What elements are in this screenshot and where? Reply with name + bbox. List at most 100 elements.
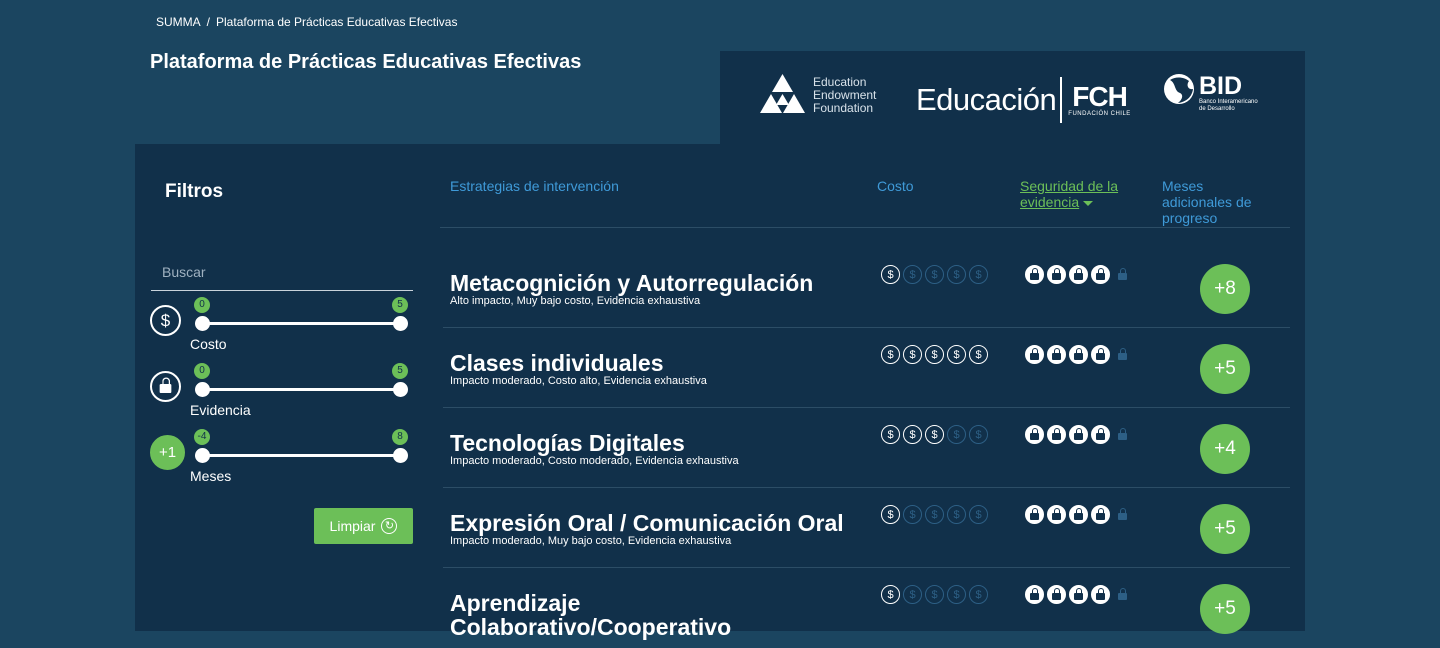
dollar-icon: $ bbox=[881, 425, 900, 444]
cost-rating: $ $ $ $ $ bbox=[881, 345, 988, 364]
months-header-line2: adicionales de bbox=[1162, 194, 1252, 210]
lock-icon bbox=[1069, 265, 1088, 284]
strategy-row[interactable]: Expresión Oral / Comunicación Oral Impact… bbox=[443, 488, 1290, 568]
strategy-title[interactable]: Tecnologías Digitales bbox=[450, 431, 850, 455]
dollar-icon: $ bbox=[947, 265, 966, 284]
search-input[interactable] bbox=[151, 256, 413, 288]
security-header-line2-wrap: evidencia bbox=[1020, 194, 1118, 210]
cost-rating: $ $ $ $ $ bbox=[881, 505, 988, 524]
cost-rating: $ $ $ $ $ bbox=[881, 265, 988, 284]
cost-rating: $ $ $ $ $ bbox=[881, 425, 988, 444]
eef-wordmark: Education Endowment Foundation bbox=[813, 74, 877, 115]
breadcrumb-separator: / bbox=[206, 15, 211, 29]
clear-filters-button[interactable]: Limpiar ↻ bbox=[314, 508, 413, 544]
strategy-title[interactable]: Aprendizaje Colaborativo/Cooperativo bbox=[450, 591, 850, 639]
main-panel: Filtros $ 0 5 Costo 0 5 Evidencia +1 -4 … bbox=[135, 144, 1305, 639]
strategy-row[interactable]: Metacognición y Autorregulación Alto impa… bbox=[443, 248, 1290, 328]
months-slider-track[interactable] bbox=[202, 454, 400, 457]
months-slider-max-handle[interactable] bbox=[393, 448, 408, 463]
dollar-icon: $ bbox=[969, 265, 988, 284]
evidence-rating bbox=[1025, 585, 1132, 604]
column-header-security[interactable]: Seguridad de la evidencia bbox=[1020, 178, 1118, 210]
months-slider-min-handle[interactable] bbox=[195, 448, 210, 463]
bid-subtitle-1: Banco Interamericano bbox=[1199, 99, 1258, 105]
cost-max-value: 5 bbox=[392, 297, 408, 313]
lock-icon bbox=[150, 371, 181, 402]
strategy-title[interactable]: Clases individuales bbox=[450, 351, 850, 375]
strategy-subtitle: Alto impacto, Muy bajo costo, Evidencia … bbox=[450, 295, 701, 307]
dollar-icon: $ bbox=[969, 505, 988, 524]
evidence-slider-max-handle[interactable] bbox=[393, 382, 408, 397]
months-badge: +4 bbox=[1200, 424, 1250, 474]
dollar-icon: $ bbox=[903, 345, 922, 364]
dollar-icon: $ bbox=[925, 585, 944, 604]
column-header-months[interactable]: Meses adicionales de progreso bbox=[1162, 178, 1252, 226]
dollar-icon: $ bbox=[969, 425, 988, 444]
dollar-icon: $ bbox=[947, 425, 966, 444]
lock-icon bbox=[1069, 345, 1088, 364]
evidence-slider-track[interactable] bbox=[202, 388, 400, 391]
column-header-cost[interactable]: Costo bbox=[877, 178, 914, 194]
strategy-row[interactable]: Tecnologías Digitales Impacto moderado, C… bbox=[443, 408, 1290, 488]
months-icon: +1 bbox=[150, 435, 185, 470]
cost-rating: $ $ $ $ $ bbox=[881, 585, 988, 604]
globe-icon bbox=[1164, 74, 1194, 104]
security-header-line2: evidencia bbox=[1020, 194, 1080, 210]
strategy-row[interactable]: Clases individuales Impacto moderado, Cos… bbox=[443, 328, 1290, 408]
cost-filter-label: Costo bbox=[190, 336, 227, 352]
dollar-icon: $ bbox=[903, 505, 922, 524]
header-divider bbox=[440, 227, 1290, 228]
lock-icon bbox=[1113, 505, 1132, 524]
months-badge: +8 bbox=[1200, 264, 1250, 314]
eef-logo[interactable]: Education Endowment Foundation bbox=[760, 73, 876, 117]
search-field bbox=[151, 256, 413, 291]
fch-text: FCH bbox=[1072, 81, 1128, 112]
lock-icon bbox=[1091, 265, 1110, 284]
lock-icon bbox=[1025, 505, 1044, 524]
lock-icon bbox=[1113, 345, 1132, 364]
cost-slider-track[interactable] bbox=[202, 322, 400, 325]
clear-button-label: Limpiar bbox=[329, 518, 376, 534]
months-badge: +5 bbox=[1200, 504, 1250, 554]
filters-title: Filtros bbox=[165, 181, 224, 202]
strategy-row[interactable]: Aprendizaje Colaborativo/Cooperativo $ $ $ $… bbox=[443, 568, 1290, 648]
months-min-value: -4 bbox=[194, 429, 210, 445]
bid-wordmark: BID Banco Interamericano de Desarrollo bbox=[1199, 73, 1258, 113]
evidence-filter: 0 5 Evidencia bbox=[150, 362, 415, 418]
cost-slider-min-handle[interactable] bbox=[195, 316, 210, 331]
bid-text: BID bbox=[1199, 72, 1243, 100]
cost-filter: $ 0 5 Costo bbox=[150, 296, 415, 352]
cost-slider-max-handle[interactable] bbox=[393, 316, 408, 331]
lock-icon bbox=[1069, 505, 1088, 524]
dollar-icon: $ bbox=[903, 265, 922, 284]
strategy-title[interactable]: Expresión Oral / Comunicación Oral bbox=[450, 511, 850, 535]
strategy-subtitle: Impacto moderado, Costo alto, Evidencia … bbox=[450, 375, 707, 387]
dollar-icon: $ bbox=[925, 425, 944, 444]
dollar-icon: $ bbox=[903, 425, 922, 444]
column-header-strategy[interactable]: Estrategias de intervención bbox=[450, 178, 619, 194]
strategy-title[interactable]: Metacognición y Autorregulación bbox=[450, 271, 850, 295]
lock-icon bbox=[1113, 585, 1132, 604]
evidence-rating bbox=[1025, 345, 1132, 364]
dollar-icon: $ bbox=[947, 585, 966, 604]
dollar-icon: $ bbox=[969, 345, 988, 364]
eef-triangle-icon bbox=[760, 74, 805, 113]
lock-icon bbox=[1069, 425, 1088, 444]
dollar-icon: $ bbox=[881, 505, 900, 524]
evidence-slider-min-handle[interactable] bbox=[195, 382, 210, 397]
dollar-icon: $ bbox=[925, 505, 944, 524]
dollar-icon: $ bbox=[903, 585, 922, 604]
evidence-rating bbox=[1025, 265, 1132, 284]
lock-icon bbox=[1025, 345, 1044, 364]
breadcrumb-home-link[interactable]: SUMMA bbox=[156, 15, 201, 29]
lock-icon bbox=[1047, 425, 1066, 444]
months-max-value: 8 bbox=[392, 429, 408, 445]
months-badge: +5 bbox=[1200, 584, 1250, 634]
breadcrumb: SUMMA / Plataforma de Prácticas Educativ… bbox=[156, 15, 457, 29]
bid-logo[interactable]: BID Banco Interamericano de Desarrollo bbox=[1162, 73, 1258, 113]
bid-subtitle-2: de Desarrollo bbox=[1199, 106, 1235, 112]
lock-icon bbox=[1025, 265, 1044, 284]
lock-icon bbox=[1047, 585, 1066, 604]
educacion-fch-logo[interactable]: Educación FCH FUNDACIÓN CHILE bbox=[916, 77, 1131, 123]
evidence-filter-label: Evidencia bbox=[190, 402, 251, 418]
